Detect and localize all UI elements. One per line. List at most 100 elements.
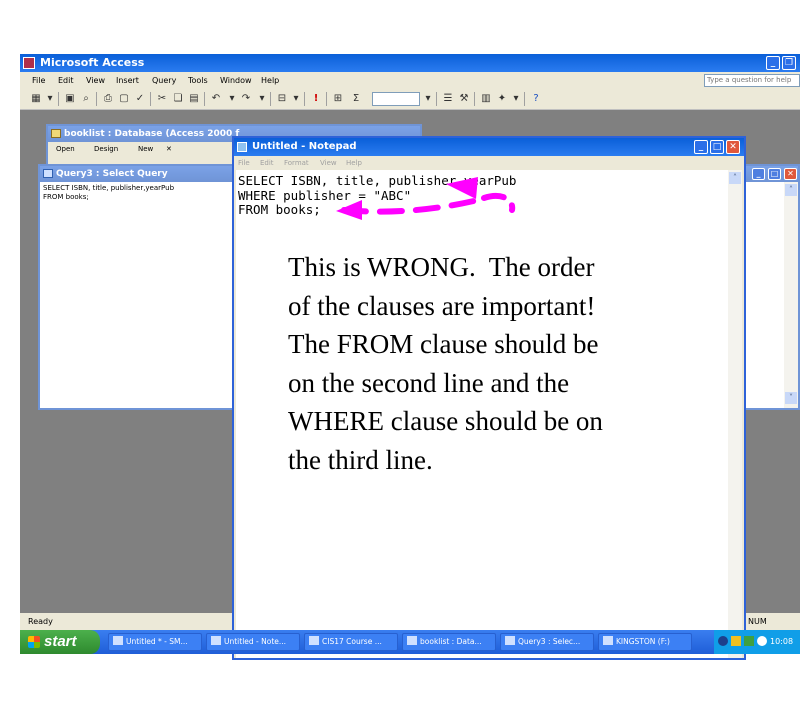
access-app-icon[interactable] [23, 57, 35, 69]
notepad-title: Untitled - Notepad [252, 141, 357, 152]
query-icon [505, 636, 515, 645]
task-untitled-sm[interactable]: Untitled * - SM... [108, 633, 202, 651]
spelling-icon[interactable]: ✓ [134, 93, 146, 105]
toolbar-separator [436, 92, 437, 106]
notepad-menu-format[interactable]: Format [284, 156, 309, 170]
annotation-line: This is WRONG. The order [288, 252, 595, 282]
show-table-icon[interactable]: ⊞ [332, 93, 344, 105]
restore-icon[interactable]: ❐ [782, 56, 796, 70]
delete-icon[interactable]: ✕ [166, 142, 172, 156]
scroll-up-icon[interactable]: ˄ [785, 184, 797, 196]
chevron-down-icon[interactable]: ▾ [44, 93, 56, 105]
task-query3[interactable]: Query3 : Selec... [500, 633, 594, 651]
arrow-curve [341, 195, 489, 215]
toolbar-separator [204, 92, 205, 106]
task-course[interactable]: CIS17 Course ... [304, 633, 398, 651]
query-type-icon[interactable]: ⊟ [276, 93, 288, 105]
toolbar-separator [58, 92, 59, 106]
arrowhead-lower [336, 200, 362, 220]
menu-view[interactable]: View [86, 72, 105, 89]
totals-icon[interactable]: Σ [350, 93, 362, 105]
chevron-down-icon[interactable]: ▾ [256, 93, 268, 105]
annotation-line: WHERE clause should be on [288, 406, 603, 436]
build-icon[interactable]: ⚒ [458, 93, 470, 105]
status-num: NUM [748, 617, 767, 626]
status-ready: Ready [28, 617, 53, 626]
system-tray: 10:08 A [714, 630, 800, 670]
maximize-icon[interactable]: □ [768, 168, 781, 180]
notepad-text-area[interactable]: SELECT ISBN, title, publisher,yearPub WH… [236, 170, 728, 658]
copy-icon[interactable]: ❏ [172, 93, 184, 105]
network-icon[interactable] [744, 636, 754, 646]
notepad-title-bar[interactable]: Untitled - Notepad _ □ ✕ [234, 138, 744, 156]
access-toolbar: ▦ ▾ ▣ ⌕ ⎙ ▢ ✓ ✂ ❏ ▤ ↶ ▾ ↷ ▾ ⊟ ▾ ! ⊞ Σ ▾ … [20, 89, 800, 110]
close-icon[interactable]: ✕ [726, 140, 740, 154]
task-notepad[interactable]: Untitled - Note... [206, 633, 300, 651]
menu-tools[interactable]: Tools [188, 72, 208, 89]
task-kingston[interactable]: KINGSTON (F:) [598, 633, 692, 651]
search-icon[interactable]: ⌕ [80, 93, 92, 105]
save-icon[interactable]: ▣ [64, 93, 76, 105]
notepad-window[interactable]: Untitled - Notepad _ □ ✕ File Edit Forma… [232, 136, 746, 660]
new-button[interactable]: New [138, 142, 153, 156]
new-object-icon[interactable]: ✦ [496, 93, 508, 105]
menu-edit[interactable]: Edit [58, 72, 74, 89]
chevron-down-icon[interactable]: ▾ [510, 93, 522, 105]
task-label: Untitled - Note... [224, 637, 287, 646]
menu-window[interactable]: Window [220, 72, 252, 89]
undo-icon[interactable]: ↶ [210, 93, 222, 105]
top-values-combo[interactable] [372, 92, 420, 106]
start-label: start [44, 633, 77, 650]
open-button[interactable]: Open [56, 142, 75, 156]
taskbar: start Untitled * - SM... Untitled - Note… [20, 630, 800, 670]
notepad-menu-file[interactable]: File [238, 156, 250, 170]
redo-icon[interactable]: ↷ [240, 93, 252, 105]
database-icon [51, 129, 61, 138]
notepad-icon[interactable] [237, 142, 247, 152]
help-question-input[interactable]: Type a question for help [704, 74, 800, 87]
chevron-down-icon[interactable]: ▾ [290, 93, 302, 105]
maximize-icon[interactable]: □ [710, 140, 724, 154]
shield-icon[interactable] [731, 636, 741, 646]
tray-arrow-icon[interactable] [718, 636, 728, 646]
notepad-menu-edit[interactable]: Edit [260, 156, 274, 170]
print-preview-icon[interactable]: ▢ [118, 93, 130, 105]
menu-query[interactable]: Query [152, 72, 176, 89]
annotation-line: on the second line and the [288, 367, 570, 398]
properties-icon[interactable]: ☰ [442, 93, 454, 105]
task-booklist[interactable]: booklist : Data... [402, 633, 496, 651]
annotation-line: the third line. [288, 444, 433, 475]
design-button[interactable]: Design [94, 142, 118, 156]
print-icon[interactable]: ⎙ [102, 93, 114, 105]
minimize-icon[interactable]: _ [694, 140, 708, 154]
menu-help[interactable]: Help [261, 72, 279, 89]
notepad-scrollbar[interactable]: ˄ [728, 170, 742, 658]
notepad-menu-help[interactable]: Help [346, 156, 362, 170]
notepad-menu-view[interactable]: View [320, 156, 337, 170]
access-title-bar[interactable]: Microsoft Access _ ❐ [20, 54, 800, 72]
run-icon[interactable]: ! [310, 93, 322, 105]
toolbar-separator [326, 92, 327, 106]
chevron-down-icon[interactable]: ▾ [226, 93, 238, 105]
scroll-down-icon[interactable]: ˅ [785, 392, 797, 404]
query-scrollbar[interactable]: ˄ ˅ [784, 182, 798, 408]
close-icon[interactable]: ✕ [784, 168, 797, 180]
arrowhead-upper [446, 177, 478, 199]
annotation-text: This is WRONG. The order of the clauses … [288, 248, 668, 479]
minimize-icon[interactable]: _ [752, 168, 765, 180]
scroll-up-icon[interactable]: ˄ [729, 172, 741, 184]
start-button[interactable]: start [20, 630, 100, 654]
chevron-down-icon[interactable]: ▾ [422, 93, 434, 105]
paste-icon[interactable]: ▤ [188, 93, 200, 105]
view-icon[interactable]: ▦ [30, 93, 42, 105]
cut-icon[interactable]: ✂ [156, 93, 168, 105]
menu-insert[interactable]: Insert [116, 72, 139, 89]
query3-title: Query3 : Select Query [56, 169, 168, 179]
tray-clock[interactable]: 10:08 A [770, 630, 800, 678]
minimize-icon[interactable]: _ [766, 56, 780, 70]
database-window-icon[interactable]: ▥ [480, 93, 492, 105]
toolbar-separator [474, 92, 475, 106]
help-icon[interactable]: ? [530, 93, 542, 105]
clock-icon[interactable] [757, 636, 767, 646]
menu-file[interactable]: File [32, 72, 45, 89]
